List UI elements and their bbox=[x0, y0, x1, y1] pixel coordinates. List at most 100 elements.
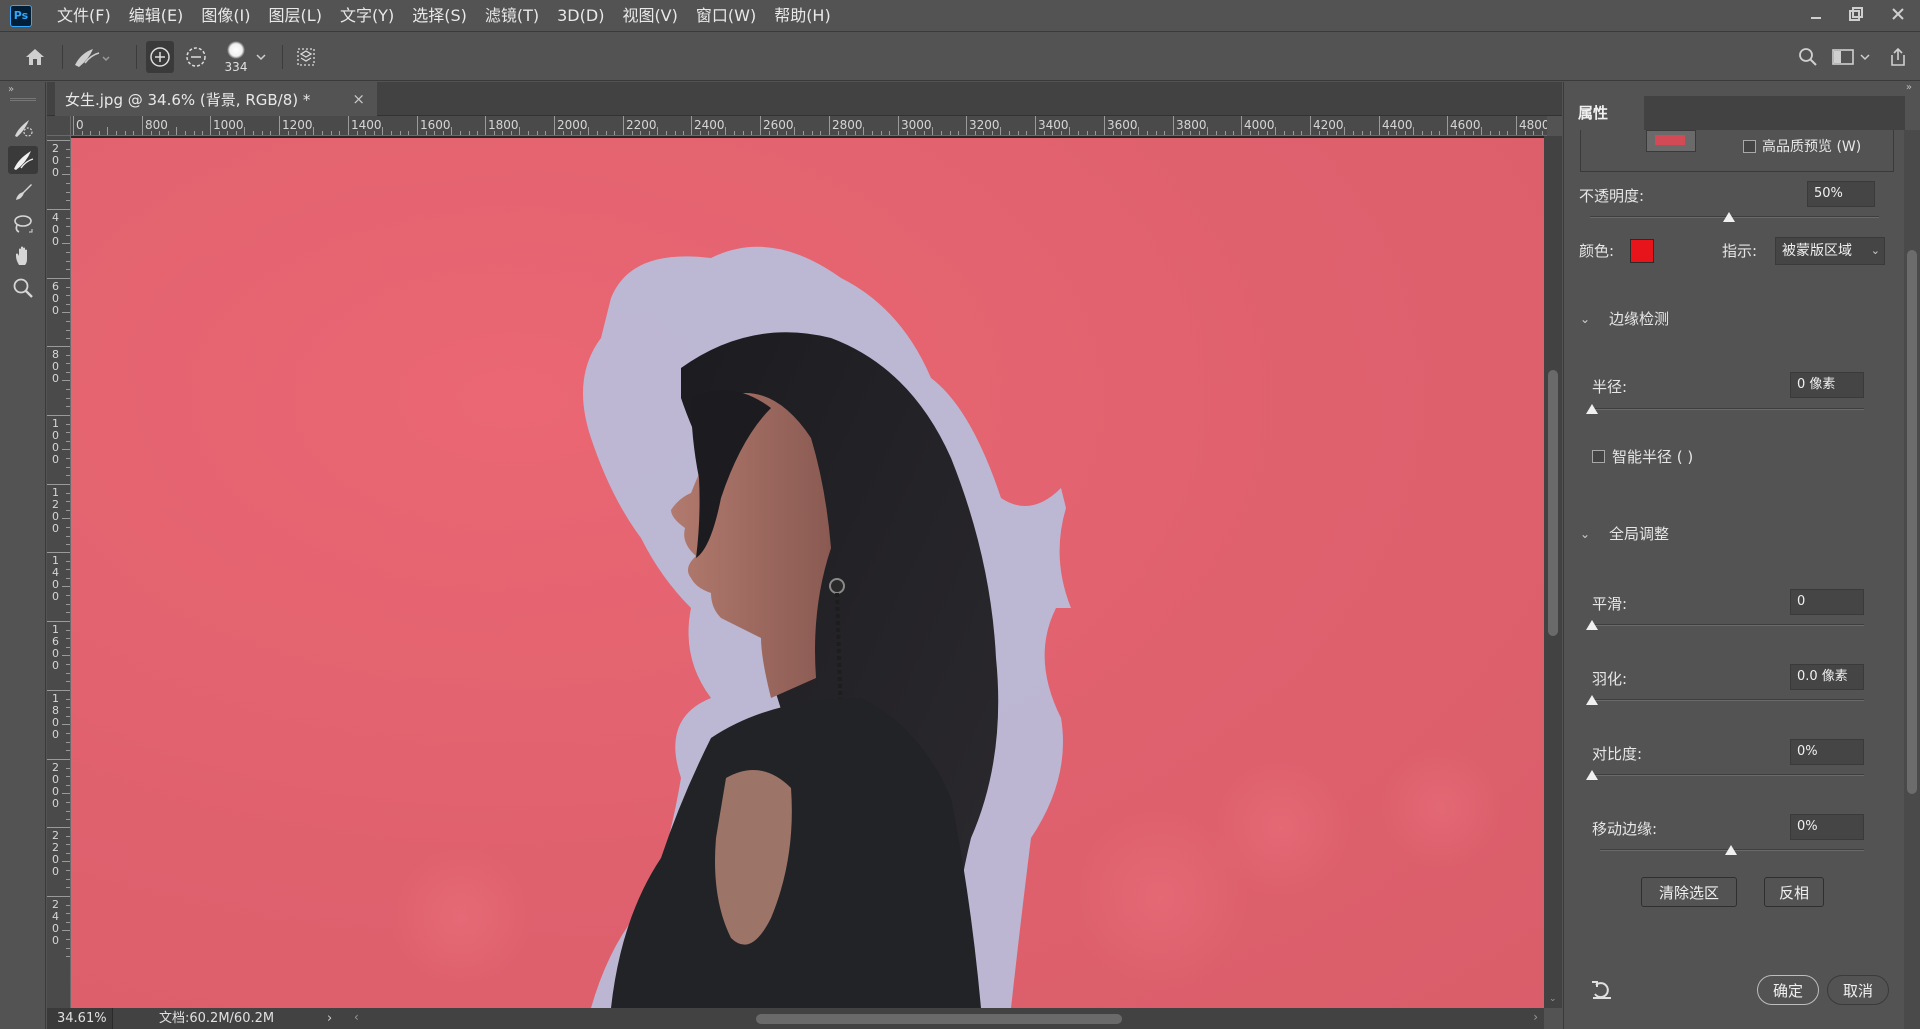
clear-selection-button[interactable]: 清除选区 bbox=[1641, 877, 1737, 907]
collapse-toolbar-icon[interactable]: » bbox=[8, 84, 14, 95]
ruler-minor-tick bbox=[391, 131, 392, 135]
ruler-minor-tick bbox=[66, 234, 70, 236]
horizontal-ruler[interactable]: 0 800 1000 1200 1400 1600 1800 2000 2200 2400 2600… bbox=[71, 116, 1547, 136]
canvas-horizontal-scrollbar[interactable]: ‹ › bbox=[348, 1008, 1544, 1029]
ruler-label: 1600 bbox=[52, 623, 59, 672]
radius-input[interactable]: 0 像素 bbox=[1790, 372, 1864, 398]
shift-edge-slider-thumb[interactable] bbox=[1725, 845, 1737, 855]
feather-slider-thumb[interactable] bbox=[1586, 695, 1598, 705]
hand-tool[interactable] bbox=[8, 242, 38, 270]
zoom-tool[interactable] bbox=[8, 274, 38, 302]
menu-edit[interactable]: 编辑(E) bbox=[120, 0, 193, 32]
ruler-minor-tick bbox=[683, 131, 685, 135]
ruler-minor-tick bbox=[1216, 131, 1217, 135]
overlay-color-swatch[interactable] bbox=[1630, 239, 1654, 263]
brush-size-dropdown[interactable] bbox=[254, 41, 268, 73]
home-button[interactable] bbox=[18, 41, 52, 73]
feather-slider[interactable] bbox=[1592, 699, 1864, 701]
vertical-scroll-thumb[interactable] bbox=[1548, 370, 1558, 636]
brush-size-picker[interactable]: 334 bbox=[220, 37, 252, 77]
radius-slider[interactable] bbox=[1592, 408, 1864, 410]
ruler-minor-tick bbox=[66, 715, 70, 717]
tool-preset-picker[interactable] bbox=[68, 41, 114, 73]
edge-detection-collapse-icon[interactable]: ⌄ bbox=[1580, 312, 1590, 326]
lasso-tool[interactable] bbox=[8, 210, 38, 238]
ok-button[interactable]: 确定 bbox=[1757, 975, 1819, 1005]
restore-original-edge-button[interactable] bbox=[182, 41, 210, 73]
menu-file[interactable]: 文件(F) bbox=[48, 0, 120, 32]
scroll-right-icon[interactable]: › bbox=[1533, 1010, 1538, 1024]
minimize-button[interactable] bbox=[1796, 0, 1836, 28]
global-refinements-collapse-icon[interactable]: ⌄ bbox=[1580, 527, 1590, 541]
reset-workspace-button[interactable] bbox=[1590, 979, 1614, 1005]
ruler-origin[interactable] bbox=[47, 116, 71, 136]
menu-image[interactable]: 图像(I) bbox=[192, 0, 259, 32]
menu-window[interactable]: 窗口(W) bbox=[687, 0, 765, 32]
panel-scroll-thumb[interactable] bbox=[1907, 250, 1917, 794]
zoom-level[interactable]: 34.61% bbox=[47, 1008, 113, 1029]
ruler-label: 2200 bbox=[626, 118, 657, 132]
brush-tool[interactable] bbox=[8, 178, 38, 206]
feather-input[interactable]: 0.0 像素 bbox=[1790, 664, 1864, 690]
share-icon bbox=[1891, 47, 1905, 66]
quick-selection-tool[interactable] bbox=[8, 114, 38, 142]
canvas-vertical-scrollbar[interactable]: ⌄ bbox=[1544, 136, 1562, 1008]
menu-type[interactable]: 文字(Y) bbox=[331, 0, 403, 32]
panel-scrollbar[interactable] bbox=[1904, 130, 1920, 1029]
shift-edge-input[interactable]: 0% bbox=[1790, 814, 1864, 840]
contrast-slider[interactable] bbox=[1592, 774, 1864, 776]
document-tab[interactable]: 女生.jpg @ 34.6% (背景, RGB/8) * × bbox=[55, 82, 377, 116]
contrast-slider-thumb[interactable] bbox=[1586, 770, 1598, 780]
expand-detection-area-button[interactable] bbox=[146, 41, 174, 73]
sample-all-layers-button[interactable] bbox=[292, 41, 320, 73]
restore-button[interactable] bbox=[1836, 0, 1876, 28]
menu-layer[interactable]: 图层(L) bbox=[260, 0, 331, 32]
horizontal-scroll-thumb[interactable] bbox=[756, 1014, 1122, 1024]
opacity-input[interactable]: 50% bbox=[1807, 181, 1875, 207]
ruler-minor-tick bbox=[66, 629, 70, 631]
indicate-dropdown[interactable]: 被蒙版区域 ⌄ bbox=[1775, 237, 1885, 265]
refine-edge-brush-icon bbox=[75, 49, 110, 67]
status-menu-arrow-icon[interactable]: › bbox=[327, 1008, 332, 1029]
view-thumbnail[interactable] bbox=[1646, 130, 1696, 152]
ruler-minor-tick bbox=[1507, 131, 1509, 135]
menu-3d[interactable]: 3D(D) bbox=[548, 0, 613, 32]
close-window-button[interactable] bbox=[1876, 0, 1920, 28]
ruler-minor-tick bbox=[1095, 131, 1097, 135]
ruler-tick bbox=[1104, 116, 1105, 135]
scroll-left-icon[interactable]: ‹ bbox=[354, 1010, 359, 1024]
invert-button[interactable]: 反相 bbox=[1764, 877, 1824, 907]
refine-edge-brush-tool[interactable] bbox=[8, 146, 38, 174]
radius-slider-thumb[interactable] bbox=[1586, 404, 1598, 414]
ruler-minor-tick bbox=[62, 655, 70, 657]
menu-filter[interactable]: 滤镜(T) bbox=[476, 0, 548, 32]
ruler-label: 600 bbox=[52, 280, 59, 317]
menu-select[interactable]: 选择(S) bbox=[403, 0, 476, 32]
close-document-icon[interactable]: × bbox=[352, 90, 365, 108]
ruler-minor-tick bbox=[66, 776, 70, 778]
collapse-panel-icon[interactable]: » bbox=[1906, 82, 1912, 93]
workspace-button[interactable] bbox=[1830, 41, 1856, 73]
smart-radius-checkbox[interactable] bbox=[1592, 450, 1605, 463]
menu-view[interactable]: 视图(V) bbox=[613, 0, 686, 32]
smooth-input[interactable]: 0 bbox=[1790, 589, 1864, 615]
workspace-dropdown[interactable] bbox=[1858, 41, 1872, 73]
cancel-button[interactable]: 取消 bbox=[1827, 975, 1889, 1005]
opacity-slider-thumb[interactable] bbox=[1723, 212, 1735, 222]
menu-help[interactable]: 帮助(H) bbox=[765, 0, 840, 32]
contrast-input[interactable]: 0% bbox=[1790, 739, 1864, 765]
share-button[interactable] bbox=[1884, 41, 1912, 73]
smooth-slider-thumb[interactable] bbox=[1586, 620, 1598, 630]
document-canvas[interactable] bbox=[71, 138, 1544, 1008]
smooth-slider[interactable] bbox=[1592, 624, 1864, 626]
ruler-minor-tick bbox=[597, 131, 598, 135]
toolbar-grip[interactable] bbox=[10, 98, 36, 101]
search-button[interactable] bbox=[1794, 41, 1822, 73]
high-quality-preview-checkbox[interactable] bbox=[1743, 140, 1756, 153]
ruler-minor-tick bbox=[1361, 131, 1363, 135]
ruler-minor-tick bbox=[66, 947, 70, 949]
vertical-ruler[interactable]: 200 400 600 800 1000 1200 1400 1600 1800 2000 2200… bbox=[47, 136, 71, 1008]
canvas-area[interactable] bbox=[71, 136, 1547, 1008]
scroll-down-icon[interactable]: ⌄ bbox=[1549, 994, 1557, 1004]
properties-tab[interactable]: 属性 bbox=[1564, 96, 1644, 130]
